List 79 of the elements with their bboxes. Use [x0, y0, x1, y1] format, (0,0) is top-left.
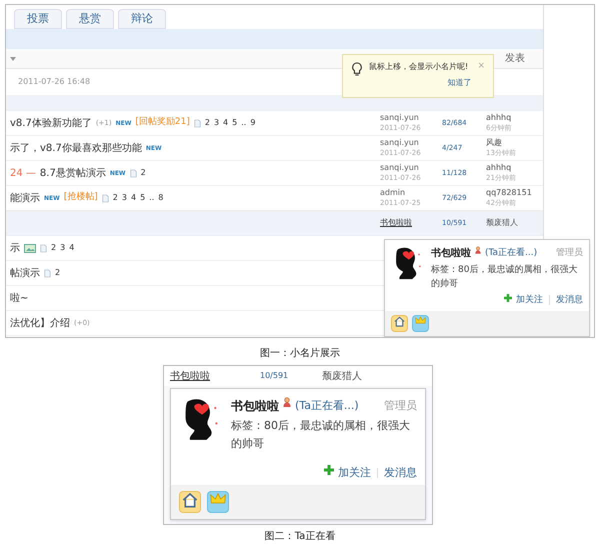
thread-title[interactable]: v8.7体验新功能了 [10, 116, 92, 130]
reward-prefix: 24 — [10, 166, 36, 180]
status-link[interactable]: (Ta正在看...) [295, 398, 359, 414]
crown-icon [415, 316, 426, 325]
page-link[interactable]: 9 [250, 117, 256, 129]
tab[interactable]: 辩论 [118, 9, 166, 29]
page-link[interactable]: 2 [204, 117, 210, 129]
home-button[interactable] [179, 491, 201, 513]
page-link[interactable]: .. [149, 192, 154, 204]
house-icon [182, 492, 198, 508]
page-link[interactable]: 5 [140, 192, 146, 204]
page-link[interactable]: 8 [158, 192, 164, 204]
author-name[interactable]: admin [380, 188, 442, 198]
thread-tag: [回帖奖励21] [135, 116, 190, 130]
last-poster[interactable]: 风趣 [486, 138, 516, 148]
figure-caption: 图一：小名片展示 [259, 346, 341, 361]
last-poster[interactable]: ahhhq [486, 113, 512, 123]
page-link[interactable]: 2 [112, 192, 118, 204]
got-it-link[interactable]: 知道了 [447, 77, 472, 89]
page-link[interactable]: 3 [214, 117, 220, 129]
user-name: 书包啦啦 [431, 246, 471, 261]
page-link[interactable]: 3 [60, 242, 66, 254]
author-name[interactable]: 书包啦啦 [380, 218, 442, 228]
user-name: 书包啦啦 [231, 398, 279, 415]
person-icon [475, 246, 481, 254]
page-link[interactable]: 5 [232, 117, 238, 129]
page-icon [44, 268, 51, 278]
page-link[interactable]: .. [241, 117, 246, 129]
follow-link[interactable]: 加关注 [324, 464, 371, 481]
page-icon [40, 244, 47, 252]
house-icon [394, 316, 405, 327]
page-link[interactable]: 4 [223, 117, 228, 129]
thread-title[interactable]: 示了，v8.7你最喜欢那些功能 [10, 140, 142, 156]
thread-title[interactable]: 帖演示 [10, 266, 40, 280]
author-name[interactable]: sanqi.yun [380, 163, 442, 173]
page-icon [194, 118, 201, 128]
page-icon [130, 168, 137, 178]
column-header: 发表 [505, 52, 525, 66]
message-link[interactable]: 发消息 [556, 294, 583, 307]
role-label: 管理员 [556, 246, 583, 260]
page-link[interactable]: 2 [51, 242, 56, 254]
figure-caption: 图二：Ta正在看 [264, 530, 336, 544]
thread-tag: [抢楼帖] [64, 191, 98, 205]
caret-icon [10, 56, 16, 60]
page-icon [102, 194, 109, 202]
last-poster: 颓废猎人 [322, 370, 362, 384]
thread-title[interactable]: 啦~ [10, 290, 28, 306]
thread-title[interactable]: 能演示 [10, 190, 40, 206]
author-name[interactable]: sanqi.yun [380, 113, 442, 123]
home-button[interactable] [391, 315, 408, 332]
page-link[interactable]: 4 [69, 242, 74, 254]
thread-title[interactable]: 示 [10, 240, 20, 256]
role-label: 管理员 [384, 398, 417, 414]
last-poster[interactable]: qq7828151 [486, 188, 532, 198]
tab[interactable]: 投票 [14, 9, 62, 29]
page-link[interactable]: 3 [122, 192, 127, 204]
follow-link[interactable]: 加关注 [504, 294, 543, 307]
tab[interactable]: 悬赏 [66, 9, 114, 29]
status-link[interactable]: (Ta正在看...) [485, 246, 538, 260]
page-link[interactable]: 2 [140, 167, 146, 179]
author-name[interactable]: 书包啦啦 [170, 368, 260, 384]
thread-title[interactable]: 8.7悬赏帖演示 [40, 166, 106, 180]
plus-icon [504, 294, 512, 302]
crown-icon [210, 492, 226, 506]
page-link[interactable]: 4 [130, 192, 136, 204]
thread-title[interactable]: 法优化】介绍 [10, 316, 70, 330]
tags-text: 标签：80后，最忠诚的属相，很强大的帅哥 [231, 418, 411, 452]
post-date: 2011-07-26 16:48 [18, 76, 90, 88]
plus-icon [324, 464, 334, 474]
lightbulb-icon [351, 61, 363, 77]
author-name[interactable]: sanqi.yun [380, 138, 442, 148]
last-poster[interactable]: ahhhq [486, 163, 516, 173]
page-link[interactable]: 2 [55, 267, 60, 279]
tags-text: 标签：80后，最忠诚的属相，很强大的帅哥 [431, 264, 578, 291]
message-link[interactable]: 发消息 [384, 464, 417, 481]
reply-count: 10/591 [260, 370, 290, 382]
last-poster[interactable]: 颓废猎人 [486, 218, 518, 228]
tooltip-text: 鼠标上移，会显示小名片呢! [369, 61, 470, 73]
person-icon [283, 397, 291, 407]
